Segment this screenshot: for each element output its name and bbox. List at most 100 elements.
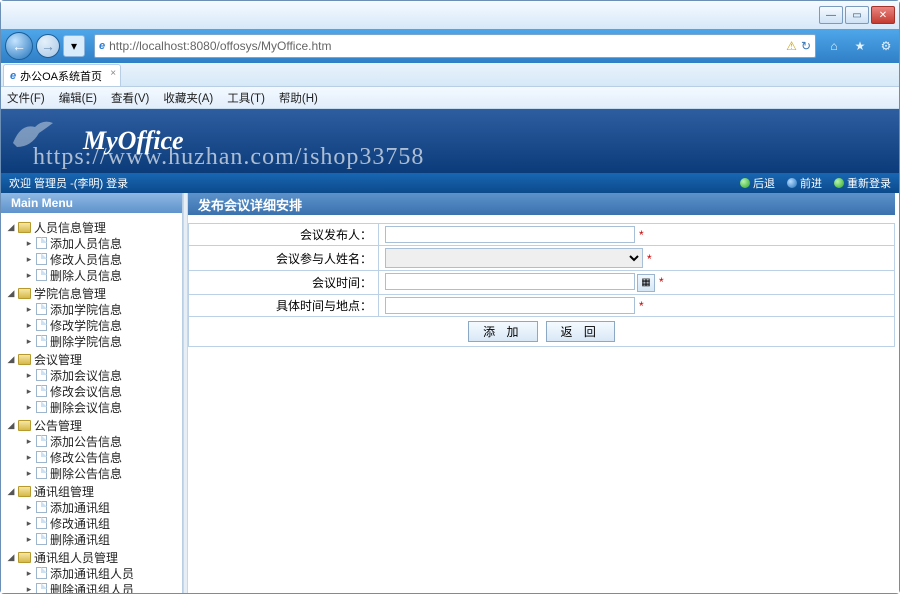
tree-item[interactable]: ▸修改人员信息 (7, 251, 178, 267)
caret-icon: ◢ (7, 486, 15, 497)
caret-icon: ▸ (25, 402, 33, 413)
caret-icon: ▸ (25, 518, 33, 529)
tree-item[interactable]: ▸添加公告信息 (7, 433, 178, 449)
participant-select[interactable] (385, 248, 643, 268)
menu-item[interactable]: 帮助(H) (279, 90, 318, 106)
folder-icon (18, 288, 31, 299)
home-icon[interactable]: ⌂ (825, 37, 843, 55)
forward-action[interactable]: 前进 (787, 175, 822, 191)
tree-item[interactable]: ▸ 删除通讯组 (7, 531, 178, 547)
folder-icon (18, 552, 31, 563)
caret-icon: ▸ (25, 370, 33, 381)
form-cell: * (379, 246, 895, 271)
form-cell: * (379, 224, 895, 246)
tree-folder[interactable]: ◢通讯组人员管理 (7, 549, 178, 565)
sidebar: Main Menu ◢人员信息管理▸添加人员信息▸修改人员信息▸删除人员信息◢学… (1, 193, 183, 593)
back-button[interactable]: 返 回 (546, 321, 615, 342)
tree-item[interactable]: ▸删除人员信息 (7, 267, 178, 283)
caret-icon: ▸ (25, 452, 33, 463)
content-area: 发布会议详细安排 会议发布人：*会议参与人姓名：*会议时间：▦*具体时间与地点：… (188, 193, 899, 593)
tree-item[interactable]: ▸ 添加会议信息 (7, 367, 178, 383)
file-icon (36, 583, 47, 593)
required-marker: * (647, 252, 652, 266)
tree-item-label: 修改通讯组 (50, 515, 110, 532)
url-input[interactable] (109, 39, 782, 53)
file-icon (36, 517, 47, 529)
form-row: 具体时间与地点：* (189, 294, 895, 316)
tree-item[interactable]: ▸ 删除会议信息 (7, 399, 178, 415)
caret-icon: ▸ (25, 584, 33, 594)
tree-item[interactable]: ▸添加通讯组 (7, 499, 178, 515)
caret-icon: ◢ (7, 420, 15, 431)
tree-item[interactable]: ▸删除通讯组人员 (7, 581, 178, 593)
caret-icon: ▸ (25, 534, 33, 545)
relogin-action[interactable]: 重新登录 (834, 175, 891, 191)
nav-back-button[interactable]: ← (5, 32, 33, 60)
caret-icon: ▸ (25, 254, 33, 265)
tree-folder[interactable]: ◢学院信息管理 (7, 285, 178, 301)
favorites-icon[interactable]: ★ (851, 37, 869, 55)
tree-folder-label: 通讯组人员管理 (34, 549, 118, 566)
sidebar-title: Main Menu (1, 193, 182, 213)
tab-close-icon[interactable]: × (110, 68, 116, 79)
tree-item[interactable]: ▸添加人员信息 (7, 235, 178, 251)
text-input[interactable] (385, 297, 635, 314)
window-maximize-button[interactable]: ▭ (845, 6, 869, 24)
tree-item-label: 删除通讯组 (50, 531, 110, 548)
menu-item[interactable]: 工具(T) (227, 90, 265, 106)
caret-icon: ▸ (25, 304, 33, 315)
browser-tab[interactable]: e 办公OA系统首页 × (3, 64, 121, 86)
tree-item[interactable]: ▸添加通讯组人员 (7, 565, 178, 581)
required-marker: * (639, 228, 644, 242)
tree-folder[interactable]: ◢人员信息管理 (7, 219, 178, 235)
tree-item-label: 删除会议信息 (50, 399, 122, 416)
tree-item[interactable]: ▸修改学院信息 (7, 317, 178, 333)
tree-item[interactable]: ▸删除公告信息 (7, 465, 178, 481)
tree-item-label: 修改公告信息 (50, 449, 122, 466)
calendar-icon[interactable]: ▦ (637, 274, 655, 292)
file-icon (36, 501, 47, 513)
form-label: 会议参与人姓名： (189, 246, 379, 271)
refresh-icon[interactable]: ↻ (801, 39, 811, 53)
menu-item[interactable]: 查看(V) (111, 90, 149, 106)
folder-icon (18, 222, 31, 233)
back-action[interactable]: 后退 (740, 175, 775, 191)
panel-title: 发布会议详细安排 (188, 193, 895, 215)
date-input[interactable] (385, 273, 635, 290)
menu-item[interactable]: 文件(F) (7, 90, 45, 106)
menu-item[interactable]: 编辑(E) (59, 90, 97, 106)
dot-icon (834, 178, 844, 188)
menu-item[interactable]: 收藏夹(A) (163, 90, 213, 106)
add-button[interactable]: 添 加 (468, 321, 537, 342)
tree-item[interactable]: ▸ 修改公告信息 (7, 449, 178, 465)
tree-item[interactable]: ▸ 修改通讯组 (7, 515, 178, 531)
tree-folder[interactable]: ◢会议管理 (7, 351, 178, 367)
tree-item-label: 添加会议信息 (50, 367, 122, 384)
tree-item[interactable]: ▸添加学院信息 (7, 301, 178, 317)
tree-folder[interactable]: ◢通讯组管理 (7, 483, 178, 499)
file-icon (36, 451, 47, 463)
file-icon (36, 303, 47, 315)
window-minimize-button[interactable]: — (819, 6, 843, 24)
text-input[interactable] (385, 226, 635, 243)
tree-folder[interactable]: ◢公告管理 (7, 417, 178, 433)
tree-folder-label: 学院信息管理 (34, 285, 106, 302)
form-row: 会议参与人姓名： * (189, 246, 895, 271)
settings-icon[interactable]: ⚙ (877, 37, 895, 55)
watermark-text: https://www.huzhan.com/ishop33758 (33, 144, 424, 171)
browser-navbar: ← → ▾ e ⚠ ↻ ⌂ ★ ⚙ (1, 29, 899, 63)
tree-item[interactable]: ▸修改会议信息 (7, 383, 178, 399)
form-table: 会议发布人：*会议参与人姓名：*会议时间：▦*具体时间与地点：*添 加返 回 (188, 223, 895, 347)
tree-item[interactable]: ▸删除学院信息 (7, 333, 178, 349)
file-icon (36, 467, 47, 479)
form-label: 具体时间与地点： (189, 294, 379, 316)
window-close-button[interactable]: ✕ (871, 6, 895, 24)
nav-tree: ◢人员信息管理▸添加人员信息▸修改人员信息▸删除人员信息◢学院信息管理▸添加学院… (1, 213, 182, 593)
file-icon (36, 385, 47, 397)
file-icon (36, 533, 47, 545)
nav-forward-button[interactable]: → (36, 34, 60, 58)
nav-dropdown-button[interactable]: ▾ (63, 35, 85, 57)
userbar-actions: 后退 前进 重新登录 (740, 175, 891, 191)
form-row: 会议发布人： * (189, 224, 895, 246)
form-label: 会议发布人： (189, 224, 379, 246)
